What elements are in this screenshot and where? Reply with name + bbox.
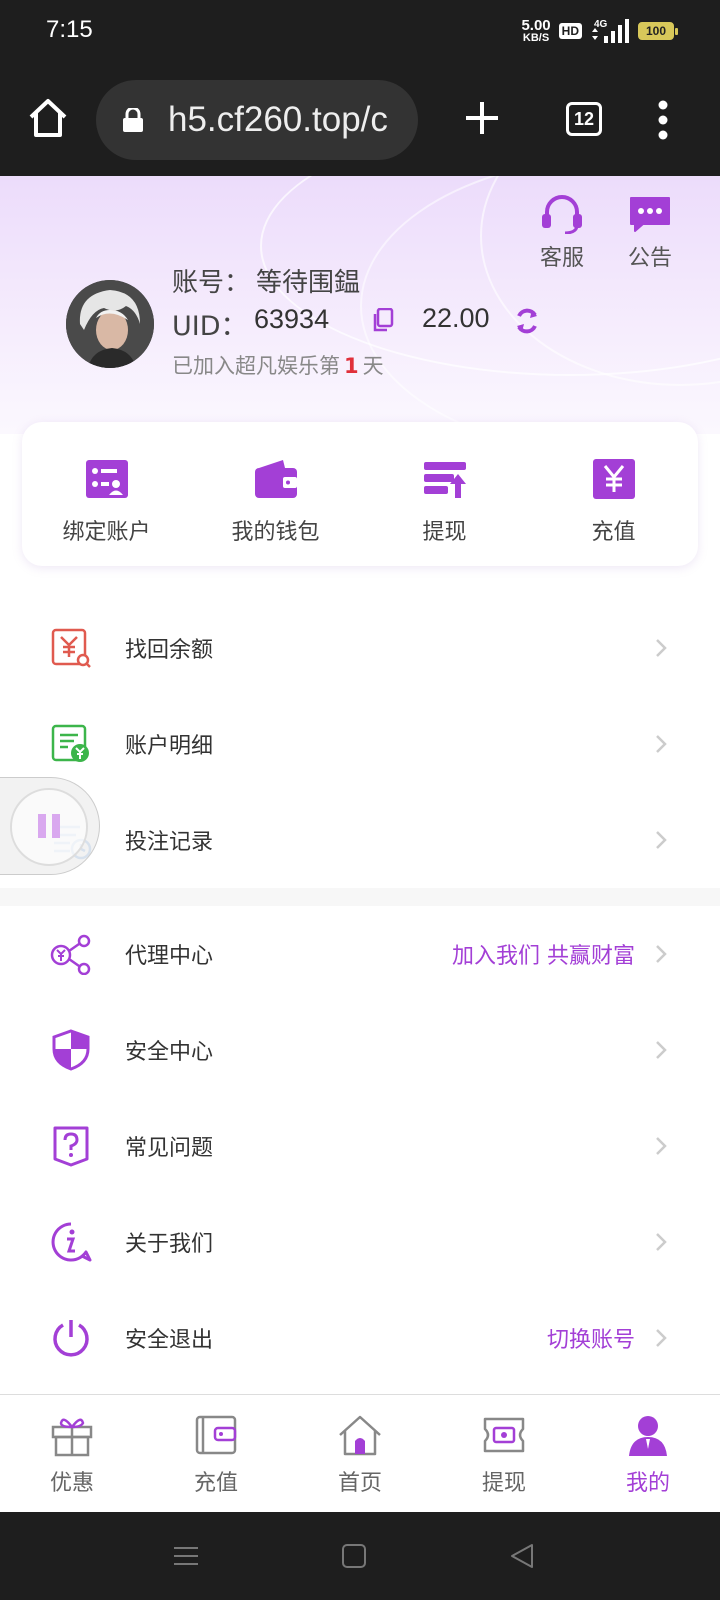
tab-count-button[interactable]: 12 — [566, 102, 602, 136]
agent-icon — [50, 934, 91, 975]
chevron-right-icon — [656, 945, 667, 963]
avatar-image — [66, 280, 154, 368]
chevron-right-icon — [656, 735, 667, 753]
faq-icon — [53, 1126, 89, 1167]
menu-item-security-center[interactable]: 安全中心 — [0, 1002, 720, 1098]
account-line: 账号： 等待围鎾 — [172, 268, 361, 298]
quick-actions-card: 绑定账户 我的钱包 提现 充值 — [22, 422, 698, 566]
withdraw-button[interactable]: 提现 — [360, 422, 529, 566]
more-menu-icon[interactable] — [656, 100, 670, 140]
avatar[interactable] — [66, 280, 154, 368]
agent-center-promo: 加入我们 共赢财富 — [452, 944, 635, 969]
signal-icon: 4G — [592, 19, 629, 43]
my-wallet-button[interactable]: 我的钱包 — [191, 422, 360, 566]
bind-account-icon — [85, 460, 128, 498]
gift-icon — [51, 1418, 93, 1457]
account-name: 等待围鎾 — [256, 268, 361, 298]
battery-icon: 100 — [638, 22, 678, 40]
home-icon[interactable] — [26, 96, 70, 140]
home-icon — [339, 1415, 381, 1456]
power-icon — [53, 1320, 89, 1357]
recharge-icon — [592, 459, 635, 499]
user-icon — [629, 1416, 667, 1456]
account-detail-icon — [51, 724, 89, 762]
chevron-right-icon — [656, 1329, 667, 1347]
wallet-icon — [195, 1415, 237, 1455]
switch-account-link[interactable]: 切换账号 — [547, 1322, 635, 1354]
lock-icon — [123, 108, 143, 132]
status-indicators: 5.00 KB/S HD 4G 100 — [521, 16, 678, 46]
menu-item-logout[interactable]: 安全退出 切换账号 — [0, 1290, 720, 1386]
menu-item-agent-center[interactable]: 代理中心 加入我们 共赢财富 — [0, 906, 720, 1002]
address-bar[interactable]: h5.cf260.top/c — [96, 80, 418, 160]
shield-icon — [52, 1029, 90, 1071]
browser-toolbar: h5.cf260.top/c 12 — [0, 64, 720, 176]
nav-home[interactable]: 首页 — [288, 1395, 432, 1512]
network-speed: 5.00 KB/S — [521, 17, 551, 44]
status-bar: 7:15 5.00 KB/S HD 4G 100 — [0, 0, 720, 64]
notice-button[interactable]: 公告 — [615, 194, 685, 272]
message-icon — [630, 197, 670, 232]
nav-mine[interactable]: 我的 — [576, 1395, 720, 1512]
chevron-right-icon — [656, 639, 667, 657]
new-tab-icon[interactable] — [464, 100, 500, 136]
menu-item-recover-balance[interactable]: 找回余额 — [0, 600, 720, 696]
system-navigation-bar — [0, 1512, 720, 1600]
home-button-icon[interactable] — [340, 1542, 368, 1570]
bottom-nav: 优惠 充值 首页 提现 我的 — [0, 1394, 720, 1512]
menu-group-records: 找回余额 账户明细 投注记录 — [0, 600, 720, 888]
section-divider — [0, 888, 720, 906]
copy-icon[interactable] — [372, 308, 394, 332]
back-icon[interactable] — [508, 1542, 536, 1570]
status-time: 7:15 — [46, 16, 93, 43]
floating-pause-button[interactable] — [0, 777, 100, 875]
menu-group-settings: 代理中心 加入我们 共赢财富 安全中心 常见问题 关于我们 安全退出 切换账号 — [0, 906, 720, 1386]
profile-header: 客服 公告 账号： 等待围鎾 UID： 63934 22.00 已加入超凡娱乐第… — [0, 176, 720, 434]
recents-icon[interactable] — [172, 1542, 200, 1570]
url-text: h5.cf260.top/c — [168, 100, 388, 139]
menu-item-about-us[interactable]: 关于我们 — [0, 1194, 720, 1290]
headset-icon — [542, 195, 582, 235]
nav-recharge[interactable]: 充值 — [144, 1395, 288, 1512]
nav-withdraw[interactable]: 提现 — [432, 1395, 576, 1512]
uid-label: UID： — [172, 311, 248, 342]
chevron-right-icon — [656, 1137, 667, 1155]
refresh-icon[interactable] — [512, 306, 542, 336]
chevron-right-icon — [656, 1233, 667, 1251]
nav-promotions[interactable]: 优惠 — [0, 1395, 144, 1512]
menu-item-account-detail[interactable]: 账户明细 — [0, 696, 720, 792]
bind-account-button[interactable]: 绑定账户 — [22, 422, 191, 566]
wallet-icon — [254, 460, 297, 498]
menu-item-faq[interactable]: 常见问题 — [0, 1098, 720, 1194]
uid-value: 63934 — [254, 304, 330, 334]
svg-text:4G: 4G — [594, 19, 608, 30]
ticket-icon — [483, 1417, 525, 1453]
joined-days-text: 已加入超凡娱乐第 1 天 — [172, 354, 384, 378]
recharge-button[interactable]: 充值 — [529, 422, 698, 566]
chevron-right-icon — [656, 1041, 667, 1059]
chevron-right-icon — [656, 831, 667, 849]
joined-days-count: 1 — [344, 354, 359, 378]
info-icon — [51, 1222, 92, 1262]
menu-item-bet-record[interactable]: 投注记录 — [0, 792, 720, 888]
withdraw-icon — [423, 462, 466, 498]
recover-balance-icon — [51, 628, 91, 668]
balance-value: 22.00 — [422, 303, 490, 333]
customer-service-button[interactable]: 客服 — [527, 194, 597, 272]
hd-badge: HD — [558, 23, 582, 39]
pause-icon — [38, 814, 46, 838]
